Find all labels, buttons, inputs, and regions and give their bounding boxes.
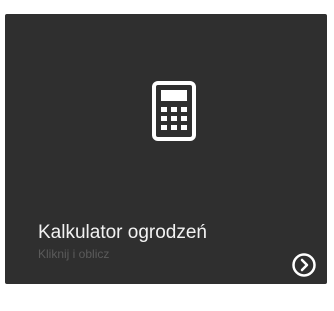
tile-subtitle: Kliknij i oblicz [38,247,110,261]
page-background [0,284,334,311]
tile-title: Kalkulator ogrodzeń [38,222,207,243]
fence-calculator-tile[interactable]: Kalkulator ogrodzeń Kliknij i oblicz [5,14,327,284]
chevron-right-circle-icon [292,253,316,277]
open-calculator-button[interactable] [291,252,317,278]
calculator-icon [151,80,197,142]
